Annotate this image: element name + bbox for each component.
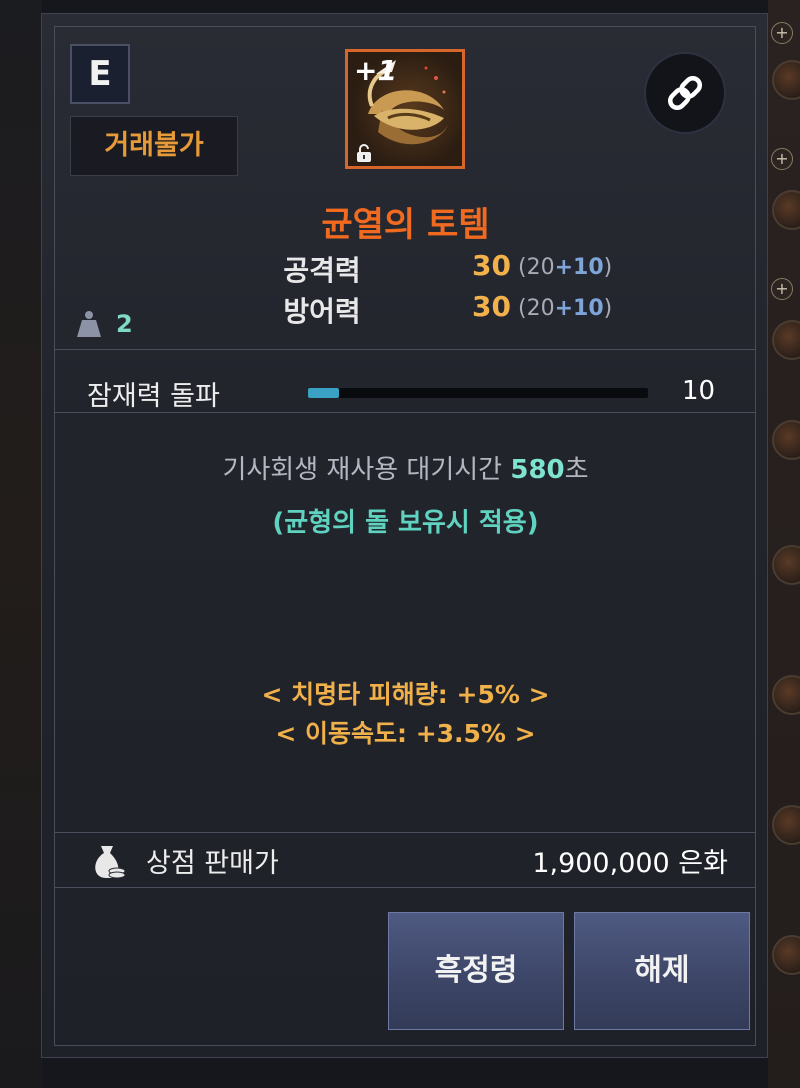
side-plus-icon: + — [771, 148, 793, 170]
price-value: 1,900,000 은화 — [532, 848, 728, 879]
weight-value: 2 — [116, 310, 133, 338]
potential-value: 10 — [682, 376, 716, 406]
side-plus-icon: + — [771, 22, 793, 44]
enhance-level: +1 — [354, 54, 397, 87]
potential-label: 잠재력 돌파 — [87, 381, 220, 412]
weight-indicator: 2 — [76, 304, 133, 344]
stat-bonus: +10 — [554, 296, 604, 321]
stat-label: 방어력 — [283, 295, 361, 328]
stat-row-defense: 방어력 30 (20+10) — [42, 290, 769, 330]
link-icon — [667, 75, 703, 111]
divider — [54, 349, 756, 350]
side-plus-icon: + — [771, 278, 793, 300]
stat-row-attack: 공격력 30 (20+10) — [42, 249, 769, 289]
grade-badge: E — [70, 44, 130, 104]
potential-progress-fill — [308, 388, 339, 398]
potential-progress-bar — [308, 388, 648, 398]
game-background-left — [0, 0, 42, 1088]
bonus-crit-damage: < 치명타 피해량: +5% > — [261, 680, 550, 709]
release-button[interactable]: 해제 — [574, 912, 750, 1030]
divider — [54, 412, 756, 413]
money-bag-icon — [95, 846, 126, 879]
stat-bonus-value: 10 — [573, 296, 604, 321]
stat-value: 30 — [472, 290, 511, 323]
shop-price-row: 상점 판매가 1,900,000 은화 — [54, 832, 756, 888]
cooldown-text: 기사회생 재사용 대기시간 580초 — [42, 449, 769, 486]
stat-base: 20 — [526, 296, 555, 321]
stat-value: 30 — [472, 249, 511, 282]
cooldown-seconds: 580 — [510, 455, 565, 485]
stat-breakdown: (20+10) — [518, 255, 613, 280]
price-label: 상점 판매가 — [146, 848, 279, 879]
cooldown-unit: 초 — [564, 455, 589, 485]
stat-bonus-value: 10 — [573, 255, 604, 280]
stat-label: 공격력 — [283, 254, 361, 287]
weight-icon — [77, 311, 101, 337]
cooldown-label: 기사회생 재사용 대기시간 — [222, 455, 503, 485]
item-tooltip-panel: E 거래불가 +1 균열의 토템 공격력 30 (20+10) 방어력 30 (… — [41, 13, 768, 1058]
stat-breakdown: (20+10) — [518, 296, 613, 321]
link-button[interactable] — [644, 52, 726, 134]
trade-status-tag: 거래불가 — [70, 116, 238, 176]
condition-text: (균형의 돌 보유시 적용) — [272, 508, 539, 538]
black-spirit-button[interactable]: 흑정령 — [388, 912, 564, 1030]
item-name: 균열의 토템 — [321, 205, 490, 245]
item-icon: +1 — [345, 49, 465, 169]
bonus-move-speed: < 이동속도: +3.5% > — [275, 719, 536, 748]
stat-bonus: +10 — [554, 255, 604, 280]
lock-icon — [357, 144, 371, 162]
stat-base: 20 — [526, 255, 555, 280]
